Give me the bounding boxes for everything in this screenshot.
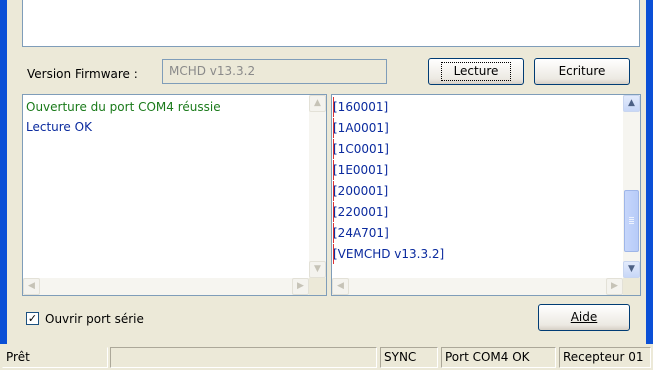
- register-horizontal-scrollbar[interactable]: ◀ ▶: [332, 278, 623, 295]
- log-horizontal-scrollbar[interactable]: ◀ ▶: [23, 278, 309, 295]
- scroll-left-icon[interactable]: ◀: [23, 278, 40, 295]
- register-listbox[interactable]: [160001] [1A0001] [1C0001] [1E0001] [200…: [331, 94, 641, 296]
- serial-port-checkbox[interactable]: ✓: [26, 312, 39, 325]
- scroll-right-icon[interactable]: ▶: [292, 278, 309, 295]
- register-line: [220001]: [333, 202, 389, 222]
- register-line: [160001]: [333, 97, 389, 117]
- status-state: Prêt: [2, 347, 108, 368]
- window-frame-right: [646, 0, 653, 344]
- register-vertical-scrollbar[interactable]: ▲ ▼: [623, 95, 640, 278]
- register-line: [VEMCHD v13.3.2]: [333, 244, 445, 264]
- scroll-up-icon[interactable]: ▲: [623, 95, 640, 112]
- log-vertical-scrollbar[interactable]: ▲ ▼: [309, 95, 326, 278]
- log-line: Ouverture du port COM4 réussie: [26, 100, 221, 114]
- firmware-version-field: MCHD v13.3.2: [162, 59, 387, 84]
- scroll-left-icon[interactable]: ◀: [332, 278, 349, 295]
- status-port: Port COM4 OK: [441, 347, 556, 368]
- scroll-down-icon[interactable]: ▼: [309, 261, 326, 278]
- scrollbar-corner: [309, 278, 326, 295]
- register-line: [1E0001]: [333, 160, 389, 180]
- log-listbox[interactable]: Ouverture du port COM4 réussie Lecture O…: [22, 94, 327, 296]
- lecture-button[interactable]: Lecture: [428, 58, 524, 85]
- scroll-up-icon[interactable]: ▲: [309, 95, 326, 112]
- lecture-button-label: Lecture: [440, 62, 512, 81]
- serial-port-checkbox-label[interactable]: Ouvrir port série: [45, 312, 144, 326]
- status-bar: Prêt SYNC Port COM4 OK Recepteur 01: [0, 344, 653, 370]
- status-empty-panel: [110, 347, 377, 368]
- register-line: [1A0001]: [333, 118, 389, 138]
- status-receiver: Recepteur 01: [559, 347, 651, 368]
- scrollbar-corner: [623, 278, 640, 295]
- status-sync: SYNC: [380, 347, 438, 368]
- aide-button[interactable]: Aide: [538, 304, 630, 331]
- top-output-panel: [22, 0, 640, 47]
- scroll-right-icon[interactable]: ▶: [606, 278, 623, 295]
- register-line: [24A701]: [333, 223, 389, 243]
- register-line: [200001]: [333, 181, 389, 201]
- scroll-down-icon[interactable]: ▼: [623, 261, 640, 278]
- ecriture-button[interactable]: Ecriture: [534, 58, 630, 85]
- firmware-version-label: Version Firmware :: [27, 67, 138, 81]
- scrollbar-thumb[interactable]: [624, 190, 639, 253]
- window-frame-left: [0, 0, 7, 344]
- register-line: [1C0001]: [333, 139, 389, 159]
- log-line: Lecture OK: [26, 120, 92, 134]
